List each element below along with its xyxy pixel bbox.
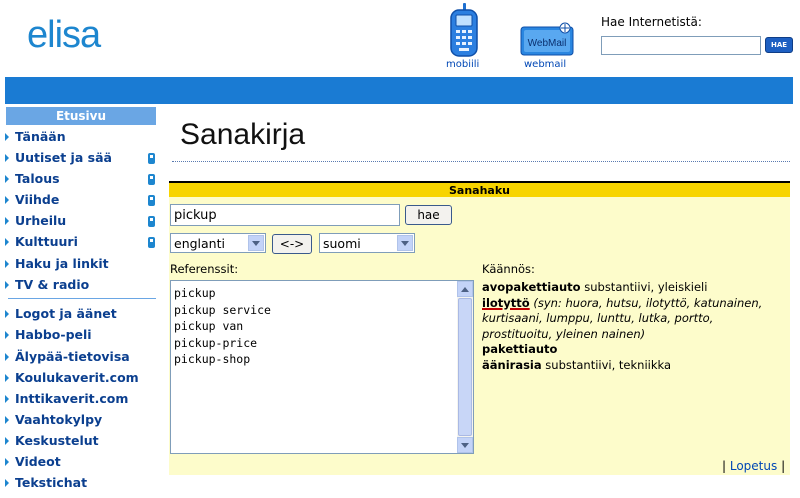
sidebar-item-vaahtokylpy[interactable]: Vaahtokylpy <box>5 410 102 430</box>
translation-info: substantiivi, yleiskieli <box>580 280 708 294</box>
internet-search-label: Hae Internetistä: <box>601 15 702 29</box>
title-divider <box>172 161 790 162</box>
panel-header: Sanahaku <box>169 181 790 197</box>
bullet-arrow-icon <box>5 373 9 382</box>
list-item[interactable]: pickup service <box>174 302 271 319</box>
scrollbar[interactable] <box>457 281 473 453</box>
mobile-phone-icon <box>148 195 155 206</box>
bullet-arrow-icon <box>5 309 9 318</box>
translation-term: avopakettiauto <box>482 280 581 294</box>
references-list: pickup pickup service pickup van pickup-… <box>174 285 271 368</box>
references-listbox[interactable]: pickup pickup service pickup van pickup-… <box>170 280 474 454</box>
translation-entry: ilotyttö (syn: huora, hutsu, ilotyttö, k… <box>482 296 782 343</box>
source-language-select[interactable]: englanti <box>170 233 266 253</box>
scrollbar-thumb[interactable] <box>458 298 472 436</box>
sidebar-item-etusivu[interactable]: Etusivu <box>6 107 156 125</box>
word-search-input[interactable] <box>170 204 400 226</box>
bullet-arrow-icon <box>5 352 9 361</box>
translation-entry: pakettiauto <box>482 342 782 358</box>
bullet-arrow-icon <box>5 153 9 162</box>
bullet-arrow-icon <box>5 216 9 225</box>
mobile-phone-icon <box>148 174 155 185</box>
translation-entry: äänirasia substantiivi, tekniikka <box>482 358 782 374</box>
lopetus-link[interactable]: Lopetus <box>730 459 777 473</box>
mobile-phone-icon <box>148 153 155 164</box>
sidebar-item-tekstichat[interactable]: Tekstichat <box>5 473 87 493</box>
internet-search-button[interactable]: HAE <box>765 37 793 53</box>
list-item[interactable]: pickup-shop <box>174 351 271 368</box>
scroll-down-arrow-icon[interactable] <box>457 437 473 453</box>
page-title: Sanakirja <box>180 118 306 151</box>
bullet-arrow-icon <box>5 259 9 268</box>
bullet-arrow-icon <box>5 280 9 289</box>
sidebar-item-urheilu[interactable]: Urheilu <box>5 211 66 231</box>
elisa-logo[interactable]: elisa <box>27 14 101 57</box>
sidebar-item-habbo[interactable]: Habbo-peli <box>5 325 92 345</box>
sidebar-item-kulttuuri[interactable]: Kulttuuri <box>5 232 78 252</box>
translation-label: Käännös: <box>482 262 535 276</box>
sidebar-item-logot[interactable]: Logot ja äänet <box>5 304 117 324</box>
footer-links: | Lopetus | <box>722 459 785 473</box>
sidebar-item-keskustelut[interactable]: Keskustelut <box>5 431 99 451</box>
sidebar-item-koulukaverit[interactable]: Koulukaverit.com <box>5 368 139 388</box>
bullet-arrow-icon <box>5 237 9 246</box>
bullet-arrow-icon <box>5 415 9 424</box>
sidebar-divider <box>8 298 156 299</box>
bullet-arrow-icon <box>5 436 9 445</box>
translation-results: avopakettiauto substantiivi, yleiskieli … <box>482 280 782 373</box>
list-item[interactable]: pickup <box>174 285 271 302</box>
list-item[interactable]: pickup van <box>174 318 271 335</box>
sidebar-item-alypaa[interactable]: Älypää-tietovisa <box>5 347 130 367</box>
translation-term: ilotyttö <box>482 295 530 310</box>
separator: | <box>722 459 730 473</box>
svg-text:WebMail: WebMail <box>528 38 567 49</box>
bullet-arrow-icon <box>5 394 9 403</box>
chevron-down-icon <box>397 235 413 251</box>
sidebar-item-viihde[interactable]: Viihde <box>5 190 59 210</box>
translation-entry: avopakettiauto substantiivi, yleiskieli <box>482 280 782 296</box>
bullet-arrow-icon <box>5 132 9 141</box>
translation-info: substantiivi, tekniikka <box>541 357 672 372</box>
mobile-phone-icon[interactable] <box>449 3 479 58</box>
bullet-arrow-icon <box>5 330 9 339</box>
source-language-value: englanti <box>174 236 225 251</box>
bullet-arrow-icon <box>5 195 9 204</box>
translation-term: äänirasia <box>482 357 542 372</box>
mobile-phone-icon <box>148 237 155 248</box>
sidebar-item-uutiset[interactable]: Uutiset ja sää <box>5 148 112 168</box>
sidebar-item-haku-ja-linkit[interactable]: Haku ja linkit <box>5 254 109 274</box>
sidebar-item-talous[interactable]: Talous <box>5 169 60 189</box>
scroll-up-arrow-icon[interactable] <box>457 281 473 297</box>
list-item[interactable]: pickup-price <box>174 335 271 352</box>
target-language-value: suomi <box>323 236 361 251</box>
target-language-select[interactable]: suomi <box>319 233 415 253</box>
sidebar-item-tanaan[interactable]: Tänään <box>5 127 66 147</box>
top-navigation-bar <box>5 77 793 104</box>
sidebar-item-videot[interactable]: Videot <box>5 452 61 472</box>
chevron-down-icon <box>248 235 264 251</box>
bullet-arrow-icon <box>5 457 9 466</box>
mobile-phone-icon <box>148 216 155 227</box>
webmail-icon[interactable]: WebMail <box>520 22 574 56</box>
webmail-link[interactable]: webmail <box>524 59 566 70</box>
translation-term: pakettiauto <box>482 342 558 356</box>
hae-button[interactable]: hae <box>405 205 452 225</box>
bullet-arrow-icon <box>5 478 9 487</box>
separator: | <box>777 459 786 473</box>
sidebar-item-tv-radio[interactable]: TV & radio <box>5 275 89 295</box>
internet-search-input[interactable] <box>601 36 761 55</box>
mobiili-link[interactable]: mobiili <box>446 59 479 70</box>
swap-languages-button[interactable]: <-> <box>272 234 312 254</box>
bullet-arrow-icon <box>5 174 9 183</box>
references-label: Referenssit: <box>170 262 239 276</box>
sidebar-item-inttikaverit[interactable]: Inttikaverit.com <box>5 389 128 409</box>
